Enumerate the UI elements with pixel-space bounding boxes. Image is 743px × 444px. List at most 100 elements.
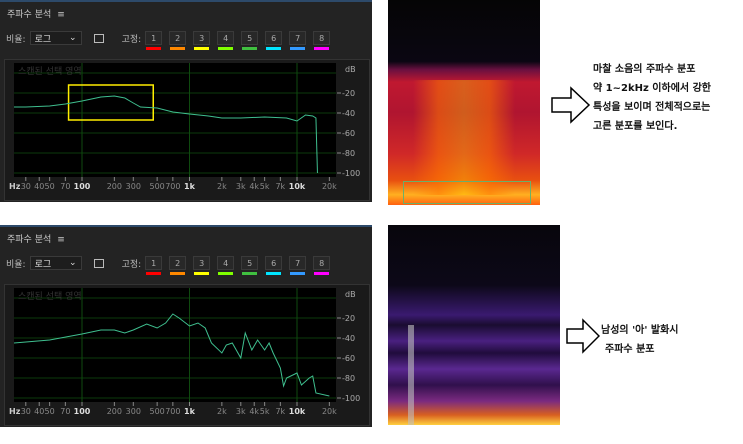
slot-label: 6 — [271, 259, 277, 268]
slot-color — [266, 47, 282, 50]
fix-slot-7-button[interactable]: 7 — [289, 256, 307, 275]
slot-color — [290, 47, 306, 50]
scale-value: 로그 — [34, 259, 52, 270]
fix-slot-5-button[interactable]: 5 — [241, 31, 259, 50]
slot-label: 7 — [295, 259, 301, 268]
x-tick-label: 500 — [149, 407, 164, 416]
y-tick-label: -100 — [342, 394, 360, 403]
spectrogram-friction — [388, 0, 540, 205]
scale-value: 로그 — [34, 34, 52, 45]
x-tick-label: 3k — [236, 182, 246, 191]
x-tick-label: 50 — [45, 182, 55, 191]
x-tick-label: 4k — [249, 407, 259, 416]
chevron-down-icon: ⌄ — [69, 258, 77, 268]
fix-slot-3-button[interactable]: 3 — [193, 256, 211, 275]
fix-label: 고정: — [121, 34, 142, 45]
fix-slot-2-button[interactable]: 2 — [169, 31, 187, 50]
slot-label: 7 — [295, 34, 301, 43]
x-tick-label: 4k — [249, 182, 259, 191]
db-unit-label: dB — [345, 290, 356, 299]
x-tick-label: 30 — [21, 407, 31, 416]
menu-icon[interactable]: ≡ — [57, 235, 65, 245]
note-line: 특성을 보이며 전체적으로는 — [593, 102, 711, 113]
note-voice: 남성의 '아' 발화시 주파수 분포 — [601, 321, 679, 359]
slot-color — [194, 47, 210, 50]
fix-slot-5-button[interactable]: 5 — [241, 256, 259, 275]
x-tick-label: 30 — [21, 182, 31, 191]
y-tick-label: -80 — [342, 374, 355, 383]
highlight-box — [403, 181, 531, 204]
spectrum-plot: 스캔된 선택 영역 dB -20 -40 -60 -80 -100 Hz 30 40 50 70 100… — [4, 59, 370, 201]
plot-area — [14, 288, 336, 402]
scale-dropdown[interactable]: 로그 ⌄ — [29, 31, 82, 45]
y-tick-label: -40 — [342, 109, 355, 118]
fix-slot-7-button[interactable]: 7 — [289, 31, 307, 50]
x-tick-label: 200 — [107, 407, 122, 416]
slot-label: 4 — [223, 259, 229, 268]
frequency-analysis-panel: 주파수 분석 ≡ 비율: 로그 ⌄ 고정: 1 2 3 4 5 6 7 8 스캔된 선택 영역 dB -… — [0, 225, 372, 427]
scale-dropdown[interactable]: 로그 ⌄ — [29, 256, 82, 270]
slot-color — [146, 272, 162, 275]
note-line: 마찰 소음의 주파수 분포 — [593, 64, 696, 75]
fix-slot-6-button[interactable]: 6 — [265, 31, 283, 50]
fix-label: 고정: — [121, 259, 142, 270]
slot-label: 2 — [175, 259, 181, 268]
note-line: 남성의 '아' 발화시 — [601, 325, 679, 336]
slot-color — [170, 272, 186, 275]
copy-icon[interactable] — [93, 33, 104, 43]
slot-label: 5 — [247, 259, 253, 268]
slot-label: 5 — [247, 34, 253, 43]
note-friction: 마찰 소음의 주파수 분포 약 1~2kHz 이하에서 강한 특성을 보이며 전… — [593, 60, 711, 136]
x-tick-label: 1k — [184, 407, 196, 416]
menu-icon[interactable]: ≡ — [57, 10, 65, 20]
x-tick-label: 70 — [60, 407, 70, 416]
fix-slot-8-button[interactable]: 8 — [313, 31, 331, 50]
x-tick-label: 10k — [289, 407, 306, 416]
x-tick-label: 7k — [275, 182, 285, 191]
fix-slot-4-button[interactable]: 4 — [217, 256, 235, 275]
fix-slot-3-button[interactable]: 3 — [193, 31, 211, 50]
slot-label: 4 — [223, 34, 229, 43]
fix-slot-8-button[interactable]: 8 — [313, 256, 331, 275]
scale-label: 비율: — [6, 34, 26, 45]
fix-slot-2-button[interactable]: 2 — [169, 256, 187, 275]
x-tick-label: 7k — [275, 407, 285, 416]
hz-unit-label: Hz — [9, 407, 21, 416]
fix-slot-1-button[interactable]: 1 — [145, 31, 163, 50]
x-tick-label: 40 — [34, 407, 44, 416]
x-tick-label: 3k — [236, 407, 246, 416]
copy-icon[interactable] — [93, 258, 104, 268]
slot-label: 3 — [199, 34, 205, 43]
slot-color — [194, 272, 210, 275]
chevron-down-icon: ⌄ — [69, 33, 77, 43]
fix-slot-4-button[interactable]: 4 — [217, 31, 235, 50]
x-tick-label: 10k — [289, 182, 306, 191]
db-unit-label: dB — [345, 65, 356, 74]
y-tick-label: -60 — [342, 129, 355, 138]
x-tick-label: 50 — [45, 407, 55, 416]
arrow-right-icon — [551, 86, 591, 124]
slot-color — [146, 47, 162, 50]
x-tick-label: 100 — [74, 407, 91, 416]
hz-unit-label: Hz — [9, 182, 21, 191]
panel-title: 주파수 분석 ≡ — [7, 7, 65, 20]
x-tick-label: 2k — [217, 407, 227, 416]
x-tick-label: 2k — [217, 182, 227, 191]
x-tick-label: 20k — [322, 407, 337, 416]
x-tick-label: 200 — [107, 182, 122, 191]
slot-label: 3 — [199, 259, 205, 268]
fix-slot-1-button[interactable]: 1 — [145, 256, 163, 275]
slot-color — [314, 47, 330, 50]
slot-color — [242, 272, 258, 275]
fix-slot-6-button[interactable]: 6 — [265, 256, 283, 275]
plot-area — [14, 63, 336, 177]
frequency-analysis-panel: 주파수 분석 ≡ 비율: 로그 ⌄ 고정: 1 2 3 4 5 6 7 8 스캔된 선택 영역 dB -… — [0, 0, 372, 202]
note-line: 고른 분포를 보인다. — [593, 121, 678, 132]
slot-label: 8 — [319, 34, 325, 43]
slot-color — [314, 272, 330, 275]
overlay-label: 스캔된 선택 영역 — [18, 65, 82, 77]
y-tick-label: -100 — [342, 169, 360, 178]
slot-color — [218, 47, 234, 50]
x-tick-label: 70 — [60, 182, 70, 191]
y-tick-label: -40 — [342, 334, 355, 343]
